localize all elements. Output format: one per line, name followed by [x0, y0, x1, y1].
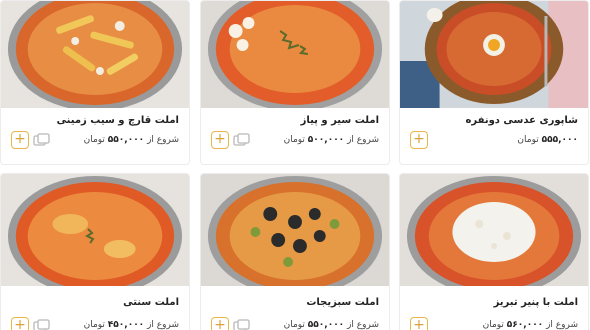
price-currency: تومان: [283, 135, 305, 145]
product-grid: املت قارچ و سیب زمینی شروع از ۵۵۰,۰۰۰ تو…: [0, 0, 590, 330]
plus-icon: +: [214, 317, 226, 330]
product-title[interactable]: املت قارچ و سیب زمینی: [57, 115, 179, 126]
product-image[interactable]: [400, 1, 588, 108]
plus-icon: +: [413, 317, 425, 330]
product-card[interactable]: شاپوری عدسی دونفره ۵۵۵,۰۰۰ تومان +: [399, 0, 589, 165]
price-amount: ۵۰۰,۰۰۰: [307, 135, 345, 145]
product-image[interactable]: [1, 1, 189, 108]
price-prefix: شروع از: [546, 320, 578, 330]
product-price: شروع از ۵۶۰,۰۰۰ تومان: [483, 320, 578, 330]
product-card[interactable]: املت سبزیجات شروع از ۵۵۰,۰۰۰ تومان +: [200, 173, 390, 330]
price-amount: ۵۵۵,۰۰۰: [541, 135, 578, 145]
price-amount: ۵۶۰,۰۰۰: [506, 320, 544, 330]
price-prefix: شروع از: [347, 135, 379, 145]
price-currency: تومان: [283, 320, 305, 330]
price-amount: ۴۵۰,۰۰۰: [107, 320, 145, 330]
product-card[interactable]: املت سنتی شروع از ۴۵۰,۰۰۰ تومان +: [0, 173, 190, 330]
product-title[interactable]: املت با پنیر تبریز: [494, 297, 578, 308]
add-to-cart-button[interactable]: +: [410, 317, 428, 330]
compare-icon[interactable]: [233, 133, 251, 147]
product-image[interactable]: [400, 174, 588, 286]
product-title[interactable]: املت سیر و پیاز: [301, 115, 379, 126]
price-currency: تومان: [83, 135, 105, 145]
product-card[interactable]: املت سیر و پیاز شروع از ۵۰۰,۰۰۰ تومان +: [200, 0, 390, 165]
price-amount: ۵۵۰,۰۰۰: [307, 320, 345, 330]
product-title[interactable]: املت سبزیجات: [306, 297, 379, 308]
product-title[interactable]: املت سنتی: [123, 297, 179, 308]
add-to-cart-button[interactable]: +: [11, 131, 29, 149]
plus-icon: +: [14, 317, 26, 330]
plus-icon: +: [413, 131, 425, 147]
price-prefix: شروع از: [147, 135, 179, 145]
product-price: شروع از ۵۰۰,۰۰۰ تومان: [284, 135, 379, 145]
price-amount: ۵۵۰,۰۰۰: [107, 135, 145, 145]
product-price: شروع از ۵۵۰,۰۰۰ تومان: [284, 320, 379, 330]
price-currency: تومان: [517, 135, 539, 145]
add-to-cart-button[interactable]: +: [211, 131, 229, 149]
plus-icon: +: [14, 131, 26, 147]
add-to-cart-button[interactable]: +: [211, 317, 229, 330]
product-price: شروع از ۴۵۰,۰۰۰ تومان: [84, 320, 179, 330]
price-currency: تومان: [482, 320, 504, 330]
price-prefix: شروع از: [147, 320, 179, 330]
price-prefix: شروع از: [347, 320, 379, 330]
product-title[interactable]: شاپوری عدسی دونفره: [466, 115, 578, 126]
add-to-cart-button[interactable]: +: [11, 317, 29, 330]
product-card[interactable]: املت قارچ و سیب زمینی شروع از ۵۵۰,۰۰۰ تو…: [0, 0, 190, 165]
product-image[interactable]: [201, 1, 389, 108]
product-price: ۵۵۵,۰۰۰ تومان: [517, 135, 578, 145]
compare-icon[interactable]: [33, 133, 51, 147]
price-currency: تومان: [83, 320, 105, 330]
compare-icon[interactable]: [233, 319, 251, 330]
product-image[interactable]: [1, 174, 189, 286]
add-to-cart-button[interactable]: +: [410, 131, 428, 149]
plus-icon: +: [214, 131, 226, 147]
product-image[interactable]: [201, 174, 389, 286]
product-price: شروع از ۵۵۰,۰۰۰ تومان: [84, 135, 179, 145]
compare-icon[interactable]: [33, 319, 51, 330]
product-card[interactable]: املت با پنیر تبریز شروع از ۵۶۰,۰۰۰ تومان…: [399, 173, 589, 330]
